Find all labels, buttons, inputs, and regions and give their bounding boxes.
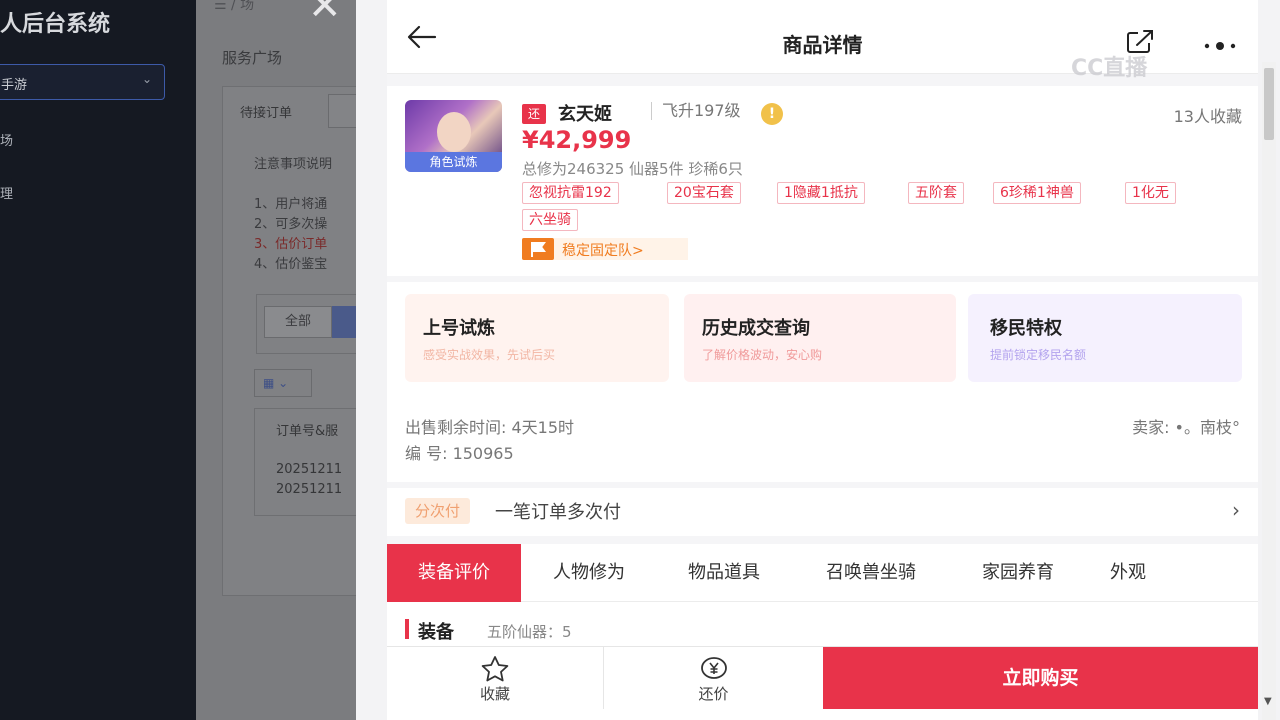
admin-main: ☰ / 场 服务广场 待接订单 注意事项说明 1、用户将通 2、可多次操 3、估…: [196, 0, 356, 720]
price: ¥42,999: [522, 126, 632, 154]
chevron-down-icon: ⌄: [141, 72, 152, 86]
scrollbar-thumb[interactable]: [1264, 68, 1274, 140]
seller-name[interactable]: 卖家: •。南枝°: [1132, 414, 1240, 438]
buy-now-button[interactable]: 立即购买: [823, 647, 1258, 709]
service-title: 历史成交查询: [702, 318, 810, 339]
tab-second[interactable]: [328, 94, 356, 128]
equipment-title: 装备: [418, 622, 454, 643]
game-select[interactable]: 手游 ⌄: [0, 64, 165, 100]
scrollbar[interactable]: ▼: [1262, 62, 1276, 720]
service-title: 移民特权: [990, 318, 1062, 339]
product-card: 角色试炼 还 玄天姬 飞升197级 ! 13人收藏 ¥42,999 总修为246…: [387, 86, 1258, 276]
notice-line: 3、估价订单: [254, 237, 328, 252]
close-icon[interactable]: ✕: [308, 0, 342, 26]
feature-tag: 忽视抗雷192: [522, 182, 619, 204]
tab-pets-mounts[interactable]: 召唤兽坐骑: [799, 544, 943, 602]
filter-active-button[interactable]: [332, 306, 356, 338]
feature-tag: 五阶套: [908, 182, 964, 204]
character-level: 飞升197级: [651, 102, 741, 120]
tab-equipment[interactable]: 装备评价: [387, 544, 521, 602]
service-history-card[interactable]: 历史成交查询 了解价格波动，安心购: [684, 294, 956, 382]
notice-line: 2、可多次操: [254, 217, 328, 232]
sidebar-item-manage[interactable]: 理: [0, 183, 13, 202]
warning-icon[interactable]: !: [761, 103, 783, 125]
scroll-down-icon[interactable]: ▼: [1264, 696, 1272, 707]
character-avatar[interactable]: 角色试炼: [405, 100, 502, 172]
feature-tag: 6珍稀1神兽: [993, 182, 1081, 204]
service-trial-card[interactable]: 上号试炼 感受实战效果，先试后买: [405, 294, 669, 382]
avatar-face: [437, 112, 471, 152]
installment-row[interactable]: 分次付 一笔订单多次付 ›: [387, 488, 1258, 536]
tab-items[interactable]: 物品道具: [665, 544, 783, 602]
menu-toggle-icon[interactable]: ☰: [214, 0, 227, 13]
breadcrumb-text: / 场: [231, 0, 255, 13]
watermark: CC直播: [1071, 56, 1148, 81]
bargain-tag: 还: [522, 104, 546, 124]
table-header: 订单号&服: [276, 424, 339, 439]
character-stats: 总修为246325 仙器5件 珍稀6只: [522, 160, 743, 178]
notice-line: 4、估价鉴宝: [254, 257, 328, 272]
service-migration-card[interactable]: 移民特权 提前锁定移民名额: [968, 294, 1242, 382]
fixed-team-link[interactable]: 稳定固定队>: [522, 238, 688, 260]
feature-tag: 1隐藏1抵抗: [777, 182, 865, 204]
bottom-bar: 收藏 还价 立即购买: [387, 646, 1258, 720]
breadcrumb: ☰ / 场: [214, 0, 254, 14]
bargain-button[interactable]: 还价: [604, 647, 823, 709]
game-select-value: 手游: [1, 78, 28, 93]
favorite-label: 收藏: [479, 685, 510, 703]
section-marker: [405, 619, 409, 639]
favorite-count: 13人收藏: [1173, 107, 1242, 126]
more-icon[interactable]: [1203, 36, 1237, 55]
equipment-section: 装备 五阶仙器：5: [387, 602, 1258, 646]
notice-title: 注意事项说明: [254, 157, 333, 172]
tab-home[interactable]: 家园养育: [959, 544, 1077, 602]
bargain-label: 还价: [698, 685, 729, 703]
tab-character[interactable]: 人物修为: [529, 544, 649, 602]
feature-tag: 1化无: [1125, 182, 1176, 204]
flag-icon: [522, 238, 554, 260]
installment-text: 一笔订单多次付: [495, 502, 621, 523]
notice-line: 1、用户将通: [254, 197, 328, 212]
time-remaining: 出售剩余时间: 4天15时: [405, 418, 575, 437]
chevron-right-icon: ›: [1232, 498, 1240, 522]
services-section: 上号试炼 感受实战效果，先试后买 历史成交查询 了解价格波动，安心购 移民特权 …: [387, 282, 1258, 482]
yen-coin-icon: [700, 656, 728, 684]
installment-tag: 分次付: [405, 498, 471, 524]
equipment-subtitle: 五阶仙器：5: [487, 623, 572, 641]
page-title: 服务广场: [222, 49, 283, 67]
grid-view-button[interactable]: ▦ ⌄: [254, 369, 312, 397]
sidebar-item-square[interactable]: 场: [0, 130, 13, 149]
filter-all-button[interactable]: 全部: [264, 306, 332, 338]
table-row[interactable]: 20251211: [276, 482, 342, 497]
character-name: 玄天姬: [558, 104, 612, 125]
item-number: 编 号: 150965: [405, 444, 514, 463]
tab-pending-orders[interactable]: 待接订单: [240, 102, 292, 121]
admin-sidebar: 人后台系统 手游 ⌄ 场 理: [0, 0, 196, 720]
service-subtitle: 感受实战效果，先试后买: [423, 348, 556, 362]
detail-tabs: 装备评价 人物修为 物品道具 召唤兽坐骑 家园养育 外观: [387, 544, 1258, 602]
table-row[interactable]: 20251211: [276, 462, 342, 477]
admin-brand: 人后台系统: [0, 12, 111, 37]
detail-panel: 商品详情 CC直播 角色试炼 还 玄天姬 飞升197级 ! 13人收藏 ¥42,…: [356, 0, 1280, 720]
avatar-badge: 角色试炼: [405, 152, 502, 172]
service-subtitle: 提前锁定移民名额: [990, 348, 1087, 362]
service-title: 上号试炼: [423, 318, 495, 339]
favorite-button[interactable]: 收藏: [387, 647, 603, 709]
service-subtitle: 了解价格波动，安心购: [702, 348, 823, 362]
tab-appearance[interactable]: 外观: [1093, 544, 1163, 602]
fixed-team-label: 稳定固定队>: [562, 243, 644, 259]
detail-content: 商品详情 CC直播 角色试炼 还 玄天姬 飞升197级 ! 13人收藏 ¥42,…: [387, 0, 1258, 720]
feature-tag: 六坐骑: [522, 209, 578, 231]
feature-tag: 20宝石套: [667, 182, 741, 204]
